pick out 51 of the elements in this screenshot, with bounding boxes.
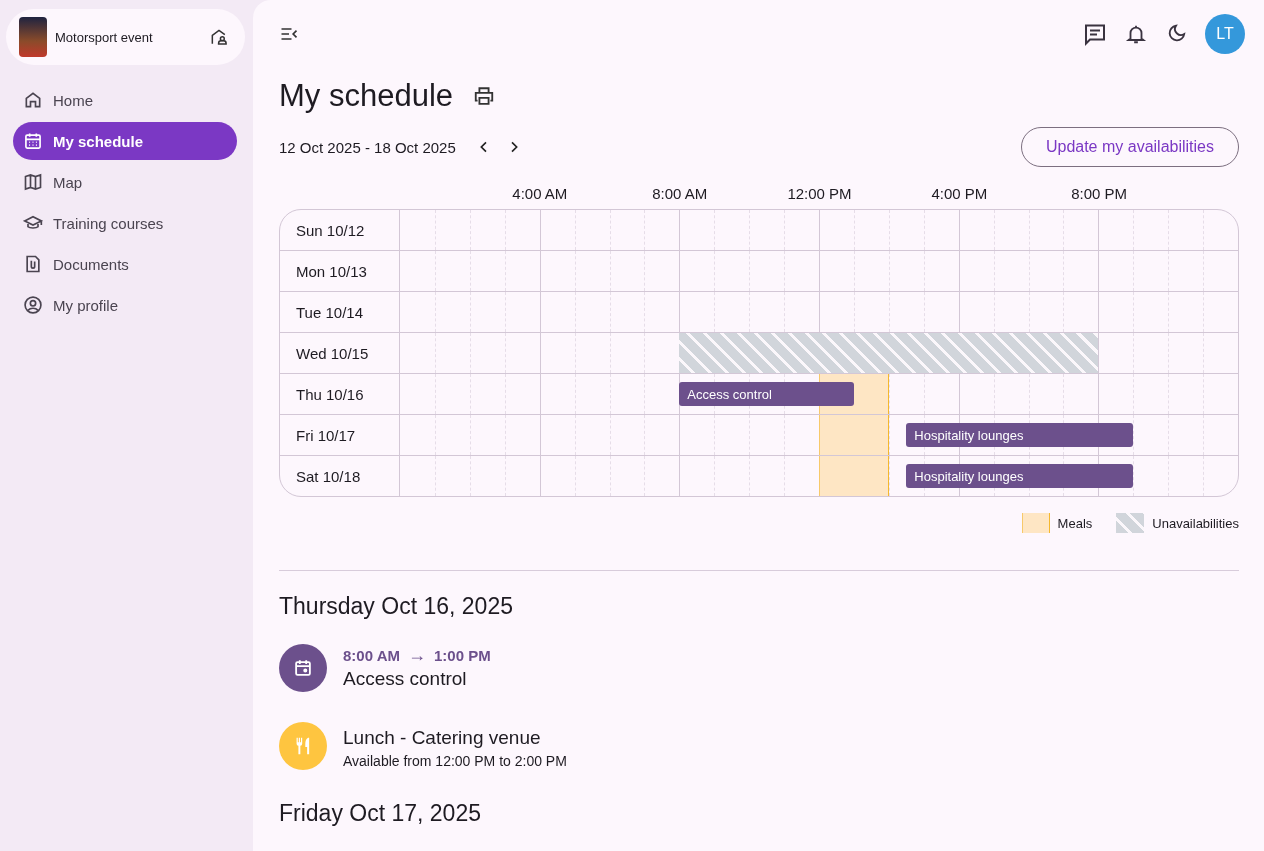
day-label: Sun 10/12	[296, 221, 365, 239]
bell-icon[interactable]	[1125, 23, 1147, 45]
meal-block	[819, 415, 889, 455]
date-range: 12 Oct 2025 - 18 Oct 2025	[279, 138, 456, 156]
hour-label: 8:00 AM	[652, 185, 708, 202]
day-label: Mon 10/13	[296, 262, 367, 280]
hour-label: 4:00 PM	[931, 185, 988, 202]
end-time: 1:00 PM	[433, 646, 491, 664]
nav-item[interactable]: Map	[13, 163, 237, 201]
day-label: Fri 10/17	[296, 426, 356, 444]
entry-title: Lunch - Catering venue	[343, 727, 542, 749]
day-label: Wed 10/15	[296, 344, 369, 362]
photo-placeholder	[19, 17, 47, 57]
message-icon[interactable]	[1083, 22, 1107, 46]
meal-block	[819, 456, 889, 496]
shift-bar: Access control	[679, 382, 854, 406]
shift-bar: Hospitality lounges	[906, 464, 1134, 488]
day-label: Sat 10/18	[296, 467, 361, 485]
day-label: Tue 10/14	[296, 303, 363, 321]
day-heading: Friday Oct 17, 2025	[279, 800, 482, 827]
home-icon	[23, 90, 43, 110]
print-icon[interactable]	[473, 85, 496, 107]
document-clip-icon	[23, 254, 43, 274]
page-title: My schedule	[279, 78, 454, 114]
legend-label: Unavailabilities	[1152, 515, 1239, 531]
nav-item[interactable]: Documents	[13, 245, 237, 283]
event-name: Motorsport event	[55, 29, 154, 45]
house-person-icon[interactable]	[209, 27, 229, 47]
map-icon	[23, 172, 43, 192]
start-time: 8:00 AM	[343, 646, 400, 664]
calendar-icon	[23, 131, 43, 151]
hour-label: 8:00 PM	[1071, 185, 1128, 202]
fork-knife-icon	[279, 722, 327, 770]
day-label: Thu 10/16	[296, 385, 364, 403]
event-card[interactable]: Motorsport event	[6, 9, 245, 65]
arrow-glyph: →	[407, 646, 426, 664]
entry-note: Available from 12:00 PM to 2:00 PM	[343, 753, 567, 769]
calendar-badge-icon	[279, 644, 327, 692]
legend-label: Meals	[1057, 515, 1093, 531]
nav-item[interactable]: Home	[13, 81, 237, 119]
hour-label: 4:00 AM	[512, 185, 568, 202]
entry-title: Access control	[343, 668, 468, 690]
nav-item[interactable]: My profile	[13, 286, 237, 324]
nav-item[interactable]: Training courses	[13, 204, 237, 242]
day-heading: Thursday Oct 16, 2025	[279, 593, 514, 620]
unavailability-swatch	[1116, 513, 1145, 533]
hour-label: 12:00 PM	[787, 185, 852, 202]
nav-item[interactable]: My schedule	[13, 122, 237, 160]
user-circle-icon	[23, 295, 43, 315]
shift-bar: Hospitality lounges	[906, 423, 1134, 447]
meal-swatch	[1021, 513, 1050, 533]
